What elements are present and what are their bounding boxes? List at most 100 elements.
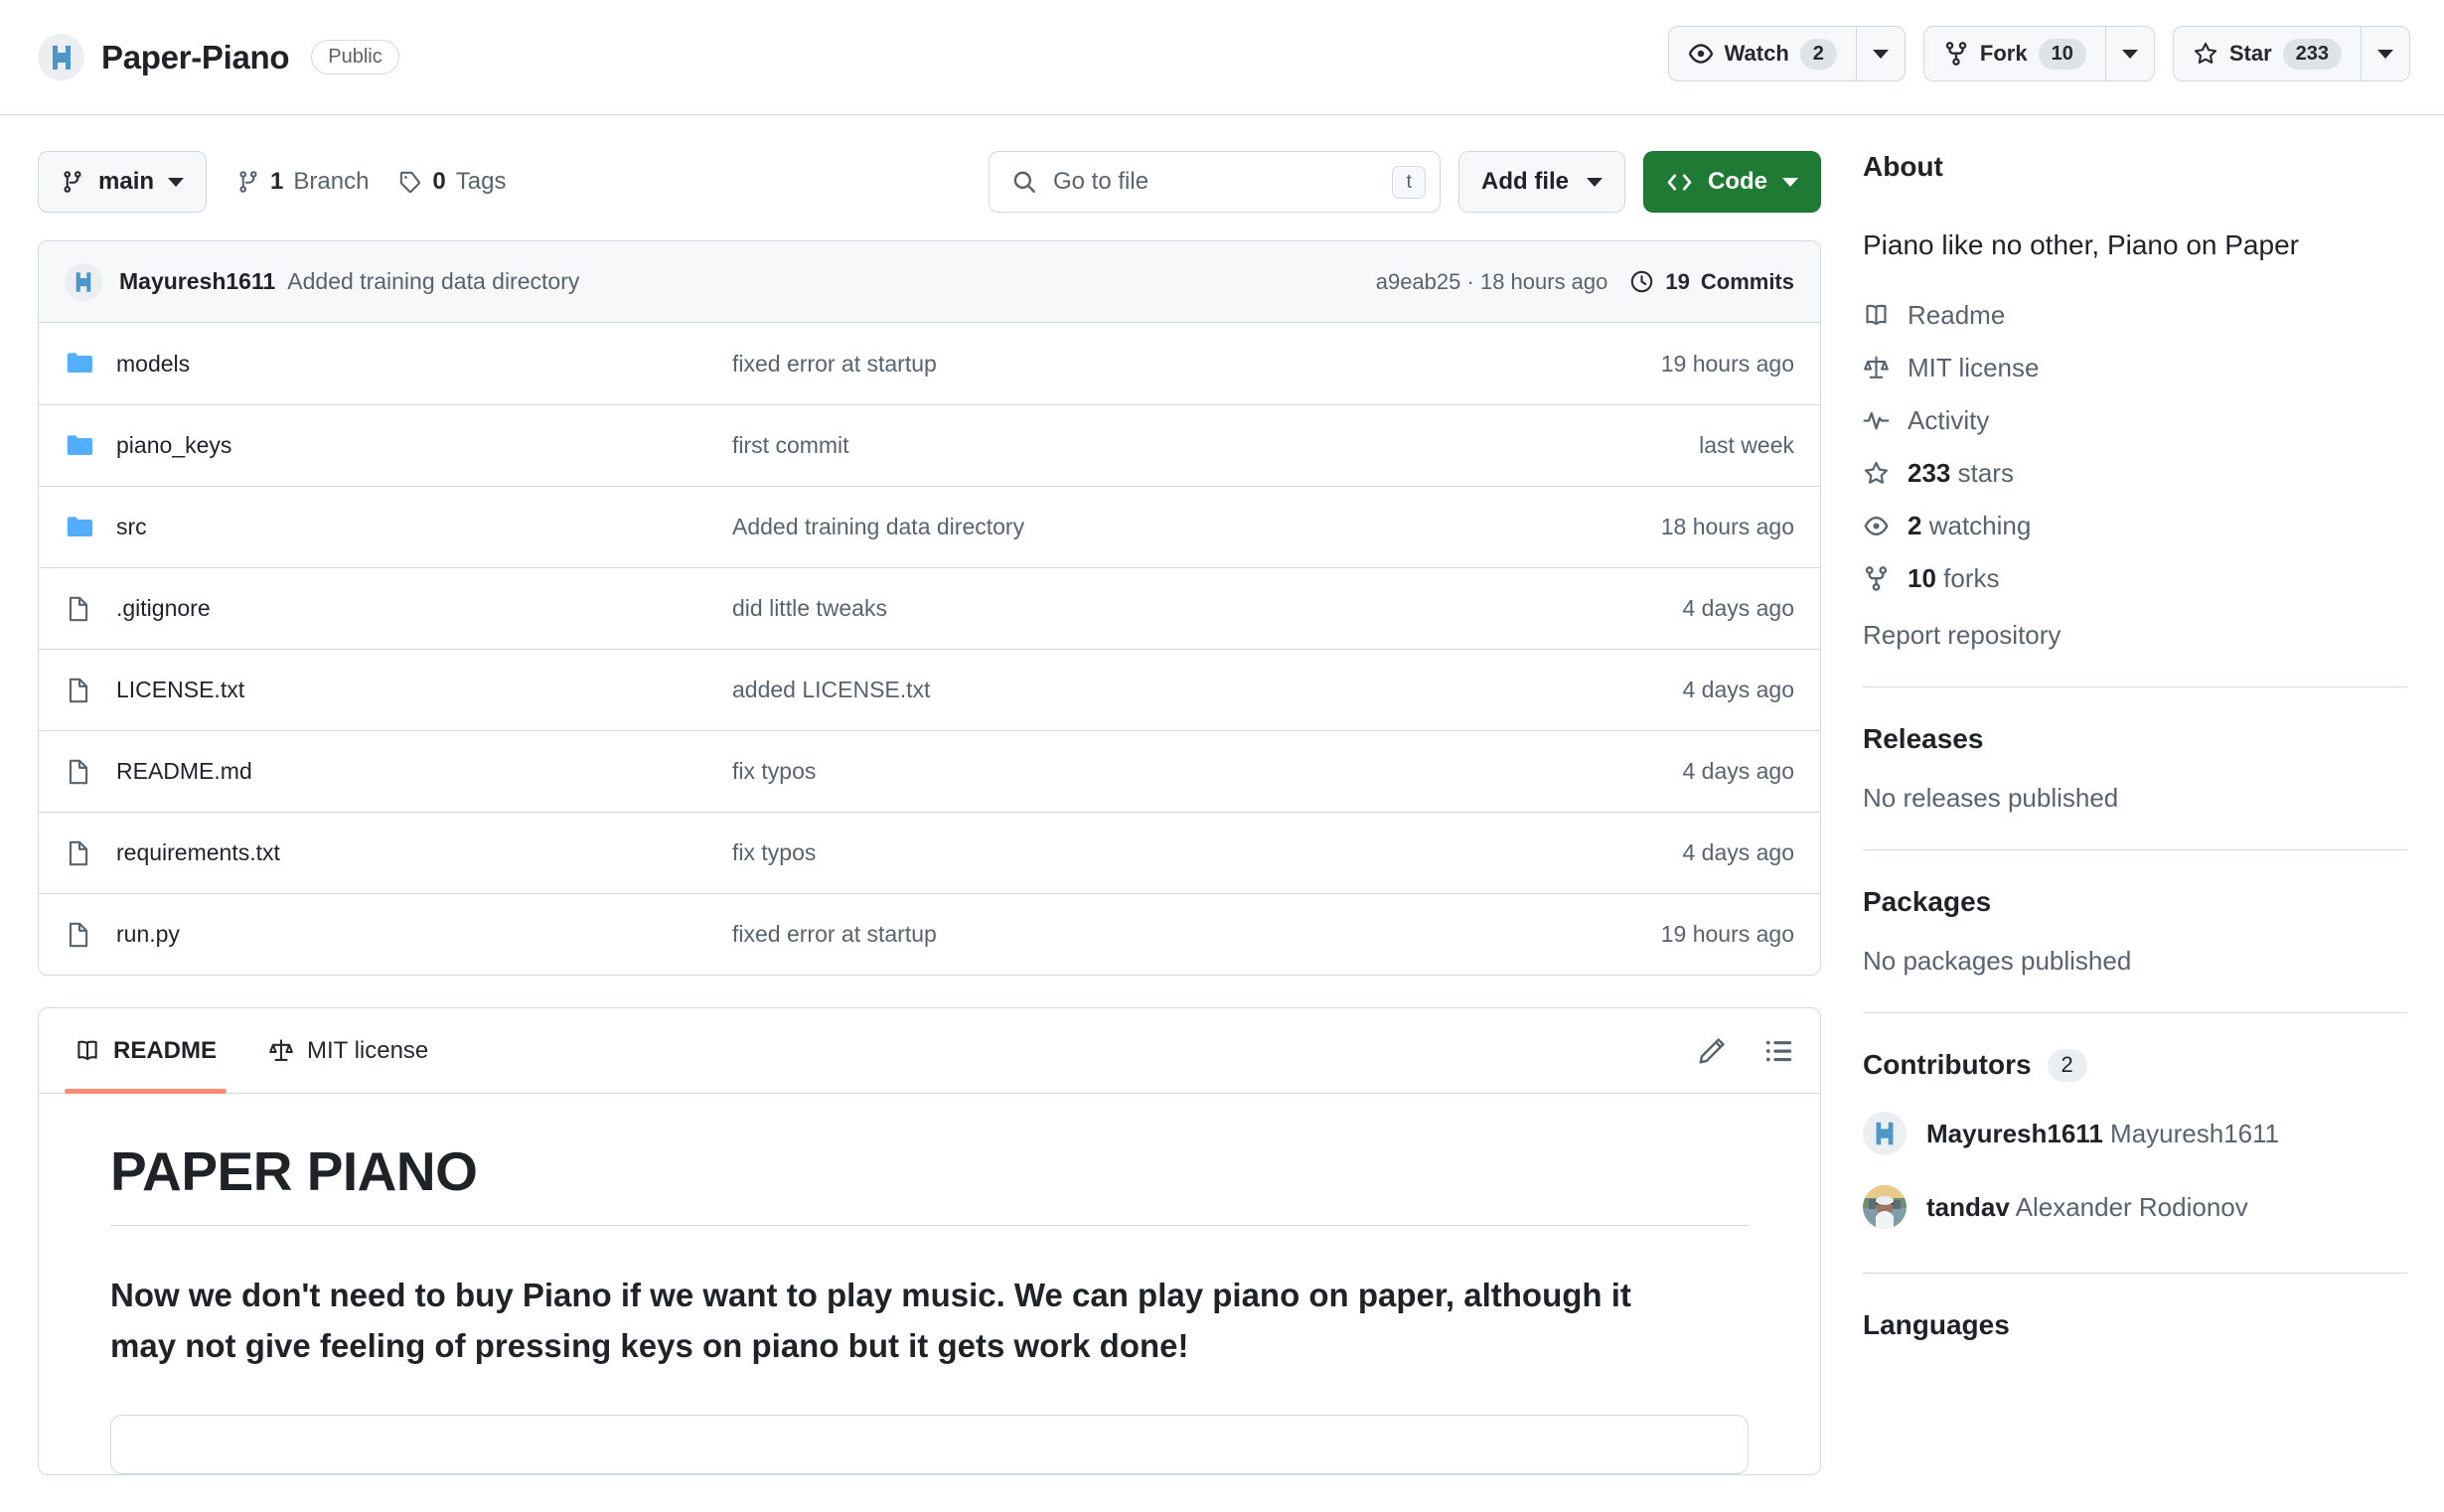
- tag-count-value: 0: [432, 168, 445, 196]
- star-button[interactable]: Star 233: [2173, 26, 2361, 81]
- file-name-link[interactable]: LICENSE.txt: [116, 677, 732, 703]
- law-icon: [1863, 355, 1890, 381]
- releases-title: Releases: [1863, 723, 2407, 755]
- chevron-down-icon: [2122, 50, 2138, 59]
- watch-button[interactable]: Watch 2: [1668, 26, 1856, 81]
- readme-tab-bar: README MIT license: [39, 1008, 1820, 1094]
- about-stat-value: 233: [1908, 458, 1950, 488]
- contributor-username: tandav: [1926, 1192, 2010, 1222]
- fork-button[interactable]: Fork 10: [1923, 26, 2105, 81]
- file-commit-message[interactable]: fixed error at startup: [732, 921, 1661, 948]
- commit-sha-and-time[interactable]: a9eab25 · 18 hours ago: [1376, 269, 1608, 295]
- readme-paragraph: Now we don't need to buy Piano if we wan…: [110, 1270, 1700, 1371]
- file-name-link[interactable]: src: [116, 514, 732, 540]
- file-commit-message[interactable]: fixed error at startup: [732, 351, 1661, 378]
- tab-readme-label: README: [113, 1037, 217, 1065]
- file-name-link[interactable]: requirements.txt: [116, 839, 732, 866]
- packages-empty-text: No packages published: [1863, 946, 2407, 977]
- about-stats-list: 233 stars 2 watching 10 forks: [1863, 458, 2407, 594]
- about-stat-forks[interactable]: 10 forks: [1863, 563, 2407, 594]
- commit-author-name[interactable]: Mayuresh1611: [119, 268, 275, 295]
- table-row[interactable]: modelsfixed error at startup19 hours ago: [39, 323, 1820, 404]
- readme-heading: PAPER PIANO: [110, 1139, 1749, 1226]
- file-listing-table: Mayuresh1611 Added training data directo…: [38, 240, 1821, 976]
- branch-icon: [236, 170, 260, 194]
- code-button[interactable]: Code: [1643, 151, 1821, 213]
- about-link-mit-license[interactable]: MIT license: [1863, 353, 2407, 383]
- table-row[interactable]: README.mdfix typos4 days ago: [39, 730, 1820, 812]
- repo-name-link[interactable]: Paper-Piano: [101, 39, 289, 76]
- about-links-list: Readme MIT license Activity: [1863, 300, 2407, 436]
- page-body: main 1 Branch: [0, 115, 2444, 1475]
- table-row[interactable]: requirements.txtfix typos4 days ago: [39, 812, 1820, 893]
- chevron-down-icon: [1873, 50, 1889, 59]
- go-to-file-search[interactable]: Go to file t: [989, 151, 1441, 213]
- watch-dropdown-button[interactable]: [1856, 26, 1906, 81]
- branch-count-label: Branch: [293, 168, 369, 196]
- contributor-row[interactable]: tandav Alexander Rodionov: [1863, 1185, 2407, 1229]
- star-dropdown-button[interactable]: [2361, 26, 2410, 81]
- branch-selector-button[interactable]: main: [38, 151, 207, 213]
- pencil-edit-icon[interactable]: [1697, 1036, 1727, 1066]
- tab-mit-license-label: MIT license: [307, 1037, 428, 1065]
- table-row[interactable]: srcAdded training data directory18 hours…: [39, 486, 1820, 567]
- add-file-button[interactable]: Add file: [1458, 151, 1625, 213]
- file-commit-message[interactable]: fix typos: [732, 758, 1682, 785]
- about-link-readme[interactable]: Readme: [1863, 300, 2407, 331]
- languages-title: Languages: [1863, 1309, 2407, 1341]
- star-icon: [1863, 460, 1890, 487]
- tag-icon: [398, 170, 422, 194]
- table-row[interactable]: run.pyfixed error at startup19 hours ago: [39, 893, 1820, 975]
- file-name-link[interactable]: models: [116, 351, 732, 378]
- file-name-link[interactable]: README.md: [116, 758, 732, 785]
- file-commit-message[interactable]: fix typos: [732, 839, 1682, 866]
- about-stat-value: 10: [1908, 563, 1936, 593]
- file-commit-message[interactable]: added LICENSE.txt: [732, 677, 1682, 703]
- commit-message[interactable]: Added training data directory: [287, 268, 579, 295]
- about-stat-value: 2: [1908, 511, 1921, 540]
- contributor-row[interactable]: Mayuresh1611 Mayuresh1611: [1863, 1112, 2407, 1155]
- report-repository-link[interactable]: Report repository: [1863, 620, 2407, 651]
- packages-section: Packages No packages published: [1863, 850, 2407, 977]
- outline-list-icon[interactable]: [1764, 1036, 1794, 1066]
- go-to-file-placeholder: Go to file: [1053, 168, 1376, 196]
- code-label: Code: [1708, 168, 1767, 196]
- commit-time: 18 hours ago: [1480, 269, 1607, 294]
- about-link-activity[interactable]: Activity: [1863, 405, 2407, 436]
- table-row[interactable]: .gitignoredid little tweaks4 days ago: [39, 567, 1820, 649]
- file-name-link[interactable]: .gitignore: [116, 595, 732, 622]
- fork-dropdown-button[interactable]: [2105, 26, 2155, 81]
- file-icon: [65, 839, 98, 867]
- about-stat-stars[interactable]: 233 stars: [1863, 458, 2407, 489]
- releases-empty-text: No releases published: [1863, 783, 2407, 814]
- file-name-link[interactable]: piano_keys: [116, 432, 732, 459]
- releases-section: Releases No releases published: [1863, 687, 2407, 814]
- table-row[interactable]: piano_keysfirst commitlast week: [39, 404, 1820, 486]
- file-commit-time: 19 hours ago: [1661, 351, 1794, 378]
- tab-readme[interactable]: README: [65, 1008, 227, 1094]
- branch-count-link[interactable]: 1 Branch: [236, 168, 369, 196]
- about-stat-label: watching: [1929, 511, 2032, 540]
- sidebar: About Piano like no other, Piano on Pape…: [1821, 115, 2407, 1475]
- avatar: [1863, 1185, 1907, 1229]
- commit-author-avatar[interactable]: [65, 263, 102, 301]
- file-name-link[interactable]: run.py: [116, 921, 732, 948]
- commit-history-link[interactable]: 19 Commits: [1629, 269, 1794, 295]
- file-rows-container: modelsfixed error at startup19 hours ago…: [39, 323, 1820, 975]
- about-description: Piano like no other, Piano on Paper: [1863, 227, 2407, 264]
- table-row[interactable]: LICENSE.txtadded LICENSE.txt4 days ago: [39, 649, 1820, 730]
- about-stat-watching[interactable]: 2 watching: [1863, 511, 2407, 541]
- file-commit-time: 4 days ago: [1682, 677, 1794, 703]
- repo-owner-avatar[interactable]: [38, 34, 84, 80]
- file-commit-message[interactable]: did little tweaks: [732, 595, 1682, 622]
- book-icon: [1863, 302, 1890, 329]
- file-commit-message[interactable]: Added training data directory: [732, 514, 1661, 540]
- chevron-down-icon: [1782, 178, 1798, 187]
- file-commit-time: 4 days ago: [1682, 758, 1794, 785]
- tag-count-link[interactable]: 0 Tags: [398, 168, 506, 196]
- contributor-fullname: Mayuresh1611: [2110, 1119, 2279, 1148]
- tab-mit-license[interactable]: MIT license: [258, 1008, 438, 1094]
- avatar: [1863, 1112, 1907, 1155]
- file-commit-message[interactable]: first commit: [732, 432, 1699, 459]
- watch-button-group: Watch 2: [1668, 26, 1906, 81]
